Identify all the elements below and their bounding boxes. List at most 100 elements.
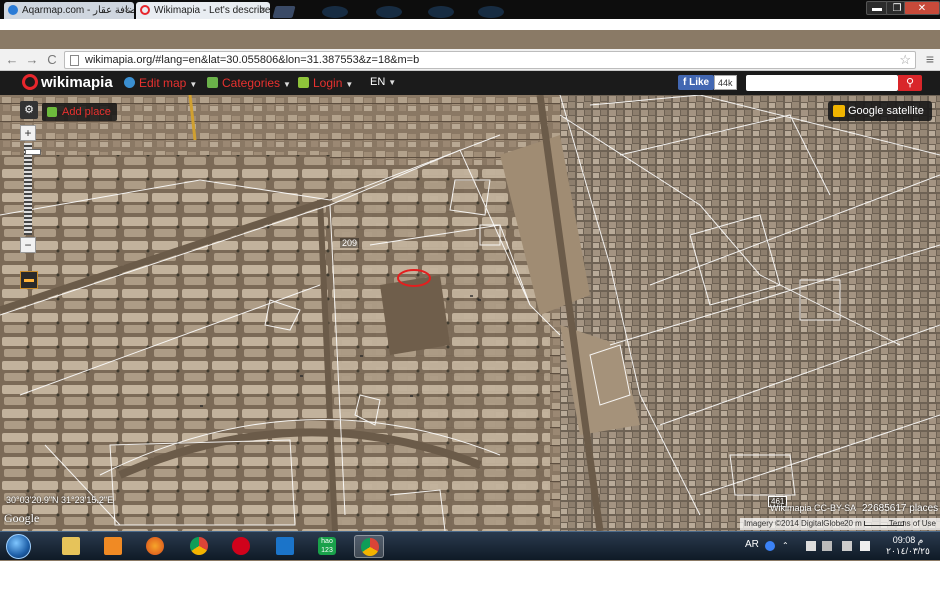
search-button[interactable]: ⚲	[898, 75, 922, 91]
taskbar-media-player[interactable]	[98, 535, 128, 558]
language-selector[interactable]: EN ▼	[370, 76, 396, 88]
back-button[interactable]: ←	[4, 52, 20, 68]
vector-app-icon	[276, 537, 294, 555]
taskbar-explorer[interactable]	[56, 535, 86, 558]
desktop-glare-icon	[376, 6, 402, 18]
chevron-down-icon: ▼	[189, 80, 198, 89]
wikimapia-logo[interactable]: wikimapia	[22, 74, 113, 91]
facebook-like-button[interactable]: f Like	[678, 75, 715, 90]
url-text: wikimapia.org/#lang=en&lat=30.055806&lon…	[85, 54, 420, 66]
action-center-icon[interactable]	[806, 541, 816, 551]
imagery-credit: Imagery ©2014 DigitalGlobe	[744, 519, 845, 528]
network-icon[interactable]	[822, 541, 832, 551]
chevron-down-icon: ▼	[283, 80, 291, 89]
scale-label: 20 m	[844, 519, 862, 528]
aqarmap-favicon-icon	[8, 5, 18, 15]
chevron-down-icon: ▼	[345, 80, 354, 89]
google-satellite-icon	[833, 105, 845, 117]
add-place-label: Add place	[62, 106, 111, 118]
google-satellite-label: Google satellite	[848, 105, 924, 117]
start-button[interactable]	[6, 534, 31, 559]
tab-aqarmap[interactable]: Aqarmap.com - إضافة عقار ×	[4, 2, 134, 19]
clock-period: م	[917, 535, 924, 545]
wikimapia-logo-icon	[22, 74, 38, 90]
forward-button[interactable]: →	[24, 52, 40, 68]
chrome-icon	[190, 537, 208, 555]
menu-label: Categories	[222, 76, 281, 90]
google-satellite-toggle[interactable]: Google satellite	[828, 101, 932, 121]
bookmark-star-icon[interactable]: ☆	[899, 52, 911, 68]
minimize-button[interactable]: ▬	[866, 1, 888, 15]
folder-icon	[62, 537, 80, 555]
desktop-glare-icon	[322, 6, 348, 18]
url-input[interactable]: wikimapia.org/#lang=en&lat=30.055806&lon…	[64, 51, 916, 69]
display-icon[interactable]	[842, 541, 852, 551]
chevron-down-icon: ▼	[388, 78, 397, 87]
place-number-label[interactable]: 209	[340, 238, 360, 248]
satellite-imagery	[0, 95, 940, 531]
wikimapia-license-label[interactable]: Wikimapia CC-BY-SA	[770, 503, 856, 513]
language-label: EN	[370, 76, 386, 88]
logo-text: wikimapia	[41, 74, 113, 91]
map-search-input[interactable]	[746, 75, 898, 91]
taskbar-vector-app[interactable]	[270, 535, 300, 558]
wikimapia-favicon-icon	[140, 5, 150, 15]
tab-title: Aqarmap.com - إضافة عقار	[22, 5, 134, 16]
satellite-map[interactable]: 209 461 ⚙ Add place Google satellite + −…	[0, 95, 940, 561]
chrome-menu-icon[interactable]: ≡	[926, 51, 934, 67]
reload-button[interactable]: C	[44, 52, 60, 68]
menu-label: Edit map	[139, 76, 187, 90]
map-settings-gear-icon[interactable]: ⚙	[20, 101, 38, 119]
places-count: 22685617 places	[862, 503, 939, 514]
window-close-button[interactable]: ✕	[904, 1, 940, 15]
windows-taskbar: hao 123 AR ⌃ م 09:08 ٢٠١٤/٠٣/٢٥	[0, 531, 940, 560]
terms-of-use-link[interactable]: Terms of Use	[889, 518, 936, 530]
like-label: Like	[689, 77, 710, 88]
zoom-slider[interactable]	[24, 143, 41, 235]
cursor-coordinates: 30°03'20.9"N 31°23'15.2"E	[6, 495, 114, 505]
taskbar-hao123[interactable]: hao 123	[312, 535, 342, 558]
new-tab-button[interactable]	[272, 6, 296, 18]
taskbar-chrome-active[interactable]	[354, 535, 384, 558]
login-icon	[298, 77, 309, 88]
imagery-attribution: Imagery ©2014 DigitalGlobe 20 m Terms of…	[740, 518, 940, 530]
browser-tab-strip: Aqarmap.com - إضافة عقار × Wikimapia - L…	[0, 0, 940, 19]
system-clock[interactable]: م 09:08 ٢٠١٤/٠٣/٢٥	[880, 535, 936, 557]
hao123-icon: hao 123	[318, 537, 336, 555]
desktop-glare-icon	[428, 6, 454, 18]
tab-close-icon[interactable]: ×	[124, 2, 130, 19]
volume-icon[interactable]	[860, 541, 870, 551]
zoom-slider-handle[interactable]	[25, 149, 41, 155]
clock-time: 09:08	[892, 535, 916, 545]
tray-language[interactable]: AR	[745, 539, 759, 550]
taskbar-opera[interactable]	[226, 535, 256, 558]
map-layers-icon[interactable]: ▬	[20, 271, 38, 289]
zoom-control: + −	[20, 125, 41, 255]
zoom-out-button[interactable]: −	[20, 237, 36, 253]
facebook-like-count: 44k	[714, 75, 737, 90]
taskbar-firefox[interactable]	[140, 535, 170, 558]
tab-wikimapia[interactable]: Wikimapia - Let's describe ×	[136, 2, 270, 19]
desktop-glare-icon	[478, 6, 504, 18]
firefox-icon	[146, 537, 164, 555]
add-place-icon	[47, 107, 57, 117]
zoom-in-button[interactable]: +	[20, 125, 36, 141]
globe-icon	[124, 77, 135, 88]
tray-chevron-icon[interactable]: ⌃	[782, 541, 792, 551]
tab-title: Wikimapia - Let's describe	[154, 5, 270, 16]
categories-icon	[207, 77, 218, 88]
taskbar-chrome[interactable]	[184, 535, 214, 558]
tab-close-icon[interactable]: ×	[260, 2, 266, 19]
add-place-button[interactable]: Add place	[42, 103, 117, 121]
help-icon[interactable]	[765, 541, 775, 551]
menu-edit-map[interactable]: Edit map ▼	[124, 76, 197, 90]
menu-login[interactable]: Login ▼	[298, 76, 353, 90]
wikimapia-header: wikimapia Edit map ▼ Categories ▼ Login ▼ E…	[0, 71, 940, 95]
chrome-icon	[361, 538, 379, 556]
menu-categories[interactable]: Categories ▼	[207, 76, 291, 90]
address-bar: ← → C wikimapia.org/#lang=en&lat=30.0558…	[0, 49, 940, 71]
menu-label: Login	[313, 76, 343, 90]
clock-date: ٢٠١٤/٠٣/٢٥	[886, 546, 930, 556]
media-player-icon	[104, 537, 122, 555]
google-logo: Google	[4, 511, 40, 525]
